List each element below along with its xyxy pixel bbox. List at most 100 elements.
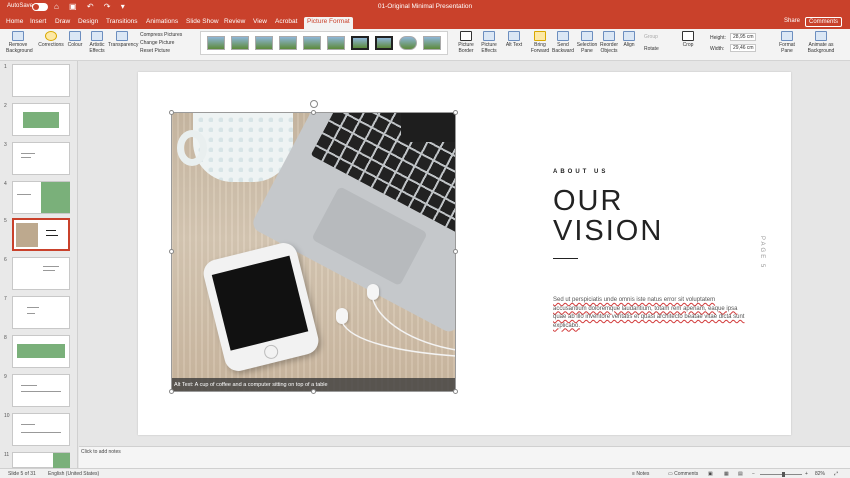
tab-design[interactable]: Design <box>78 18 98 25</box>
slide-thumbnail-selected[interactable] <box>12 218 70 251</box>
alt-text-button[interactable]: Alt Text <box>505 31 523 49</box>
picture-style-thumb[interactable] <box>375 36 393 50</box>
tab-acrobat[interactable]: Acrobat <box>275 18 297 25</box>
body-paragraph[interactable]: Sed ut perspiciatis unde omnis iste natu… <box>553 296 749 330</box>
artistic-effects-button[interactable]: Artistic Effects <box>86 31 108 54</box>
slide-thumbnail[interactable] <box>12 452 70 469</box>
corrections-button[interactable]: Corrections <box>38 31 64 49</box>
comments-toggle[interactable]: ▭ Comments <box>668 471 698 477</box>
slide-sorter-icon[interactable]: ▦ <box>724 471 729 477</box>
picture-style-thumb[interactable] <box>351 36 369 50</box>
selection-pane-button[interactable]: Selection Pane <box>576 31 598 54</box>
language-indicator[interactable]: English (United States) <box>48 471 99 477</box>
share-button[interactable]: Share <box>784 18 800 24</box>
transparency-button[interactable]: Transparency <box>108 31 138 49</box>
width-field[interactable]: 29,46 cm <box>730 44 756 52</box>
thumb-green-block <box>17 344 65 358</box>
picture-style-thumb[interactable] <box>207 36 225 50</box>
heading-line-1[interactable]: OUR <box>553 186 623 216</box>
artistic-effects-icon <box>91 31 103 41</box>
resize-handle[interactable] <box>311 110 316 115</box>
resize-handle[interactable] <box>169 249 174 254</box>
picture-style-thumb[interactable] <box>399 36 417 50</box>
tab-view[interactable]: View <box>253 18 267 25</box>
slide-thumbnails-panel[interactable]: 1 2 3 4 5 6 7 8 9 10 11 <box>0 61 78 469</box>
zoom-level[interactable]: 82% <box>815 471 825 477</box>
notes-placeholder: Click to add notes <box>81 449 121 455</box>
remove-background-button[interactable]: Remove Background <box>6 31 33 54</box>
picture-style-thumb[interactable] <box>231 36 249 50</box>
slide-thumbnail[interactable] <box>12 296 70 329</box>
crop-label: Crop <box>682 42 694 48</box>
colour-button[interactable]: Colour <box>64 31 86 49</box>
bring-forward-button[interactable]: Bring Forward <box>529 31 551 54</box>
reading-view-icon[interactable]: ▤ <box>738 471 743 477</box>
colour-label: Colour <box>67 42 83 48</box>
about-us-label[interactable]: ABOUT US <box>553 169 608 175</box>
tab-review[interactable]: Review <box>224 18 245 25</box>
zoom-slider-knob[interactable] <box>782 472 785 477</box>
animate-as-background-button[interactable]: Animate as Background <box>804 31 838 54</box>
resize-handle[interactable] <box>453 110 458 115</box>
slide-thumbnail[interactable] <box>12 374 70 407</box>
align-icon <box>623 31 635 41</box>
align-button[interactable]: Align <box>621 31 637 49</box>
tab-transitions[interactable]: Transitions <box>106 18 138 25</box>
picture-style-thumb[interactable] <box>279 36 297 50</box>
change-picture-button[interactable]: Change Picture <box>140 40 174 46</box>
resize-handle[interactable] <box>311 389 316 394</box>
normal-view-icon[interactable]: ▣ <box>708 471 713 477</box>
picture-styles-gallery[interactable] <box>200 31 448 55</box>
send-backward-button[interactable]: Send Backward <box>551 31 575 54</box>
tab-animations[interactable]: Animations <box>146 18 178 25</box>
zoom-in-icon[interactable]: + <box>805 471 808 477</box>
slide-thumbnail[interactable] <box>12 103 70 136</box>
reset-picture-button[interactable]: Reset Picture <box>140 48 170 54</box>
tab-draw[interactable]: Draw <box>55 18 70 25</box>
slide-picture[interactable]: Alt Text: A cup of coffee and a computer… <box>171 112 456 392</box>
crop-button[interactable]: Crop <box>680 31 696 49</box>
rotate-button[interactable]: Rotate <box>644 46 659 52</box>
thumb-green-block <box>41 182 70 213</box>
picture-effects-label: Picture Effects <box>481 42 497 54</box>
animate-as-background-icon <box>815 31 827 41</box>
tab-picture-format[interactable]: Picture Format <box>304 17 353 29</box>
title-bar: AutoSave ⌂ ▣ ↶ ↷ ▾ 01-Original Minimal P… <box>0 0 850 15</box>
format-pane-button[interactable]: Format Pane <box>776 31 798 54</box>
slide-number: 1 <box>4 64 7 70</box>
zoom-out-icon[interactable]: − <box>752 471 755 477</box>
slide-thumbnail[interactable] <box>12 142 70 175</box>
picture-style-thumb[interactable] <box>255 36 273 50</box>
compress-pictures-button[interactable]: Compress Pictures <box>140 32 182 38</box>
fit-slide-icon[interactable]: ⤢ <box>834 471 838 477</box>
comments-button[interactable]: Comments <box>804 17 842 27</box>
picture-border-button[interactable]: Picture Border <box>455 31 477 54</box>
slide-thumbnail[interactable] <box>12 335 70 368</box>
slide-thumbnail[interactable] <box>12 64 70 97</box>
resize-handle[interactable] <box>453 389 458 394</box>
slide-thumbnail[interactable] <box>12 413 70 446</box>
notes-toggle[interactable]: ≡ Notes <box>632 471 649 477</box>
picture-style-thumb[interactable] <box>303 36 321 50</box>
height-field[interactable]: 28,95 cm <box>730 33 756 41</box>
alt-text-label: Alt Text <box>505 42 523 48</box>
tab-insert[interactable]: Insert <box>30 18 46 25</box>
picture-effects-button[interactable]: Picture Effects <box>478 31 500 54</box>
tab-home[interactable]: Home <box>6 18 23 25</box>
resize-handle[interactable] <box>453 249 458 254</box>
picture-style-thumb[interactable] <box>423 36 441 50</box>
picture-style-thumb[interactable] <box>327 36 345 50</box>
zoom-slider[interactable] <box>760 474 802 475</box>
slide-thumbnail[interactable] <box>12 257 70 290</box>
slide-counter: Slide 5 of 31 <box>8 471 36 477</box>
reorder-objects-button[interactable]: Reorder Objects <box>598 31 620 54</box>
heading-line-2[interactable]: VISION <box>553 216 663 246</box>
slide-thumbnail[interactable] <box>12 181 70 214</box>
notes-pane[interactable]: Click to add notes <box>79 446 850 468</box>
group-button[interactable]: Group <box>644 34 658 40</box>
rotate-handle-icon[interactable] <box>310 100 318 108</box>
tab-slide-show[interactable]: Slide Show <box>186 18 219 25</box>
resize-handle[interactable] <box>169 110 174 115</box>
resize-handle[interactable] <box>169 389 174 394</box>
thumb-text-line <box>17 194 31 195</box>
